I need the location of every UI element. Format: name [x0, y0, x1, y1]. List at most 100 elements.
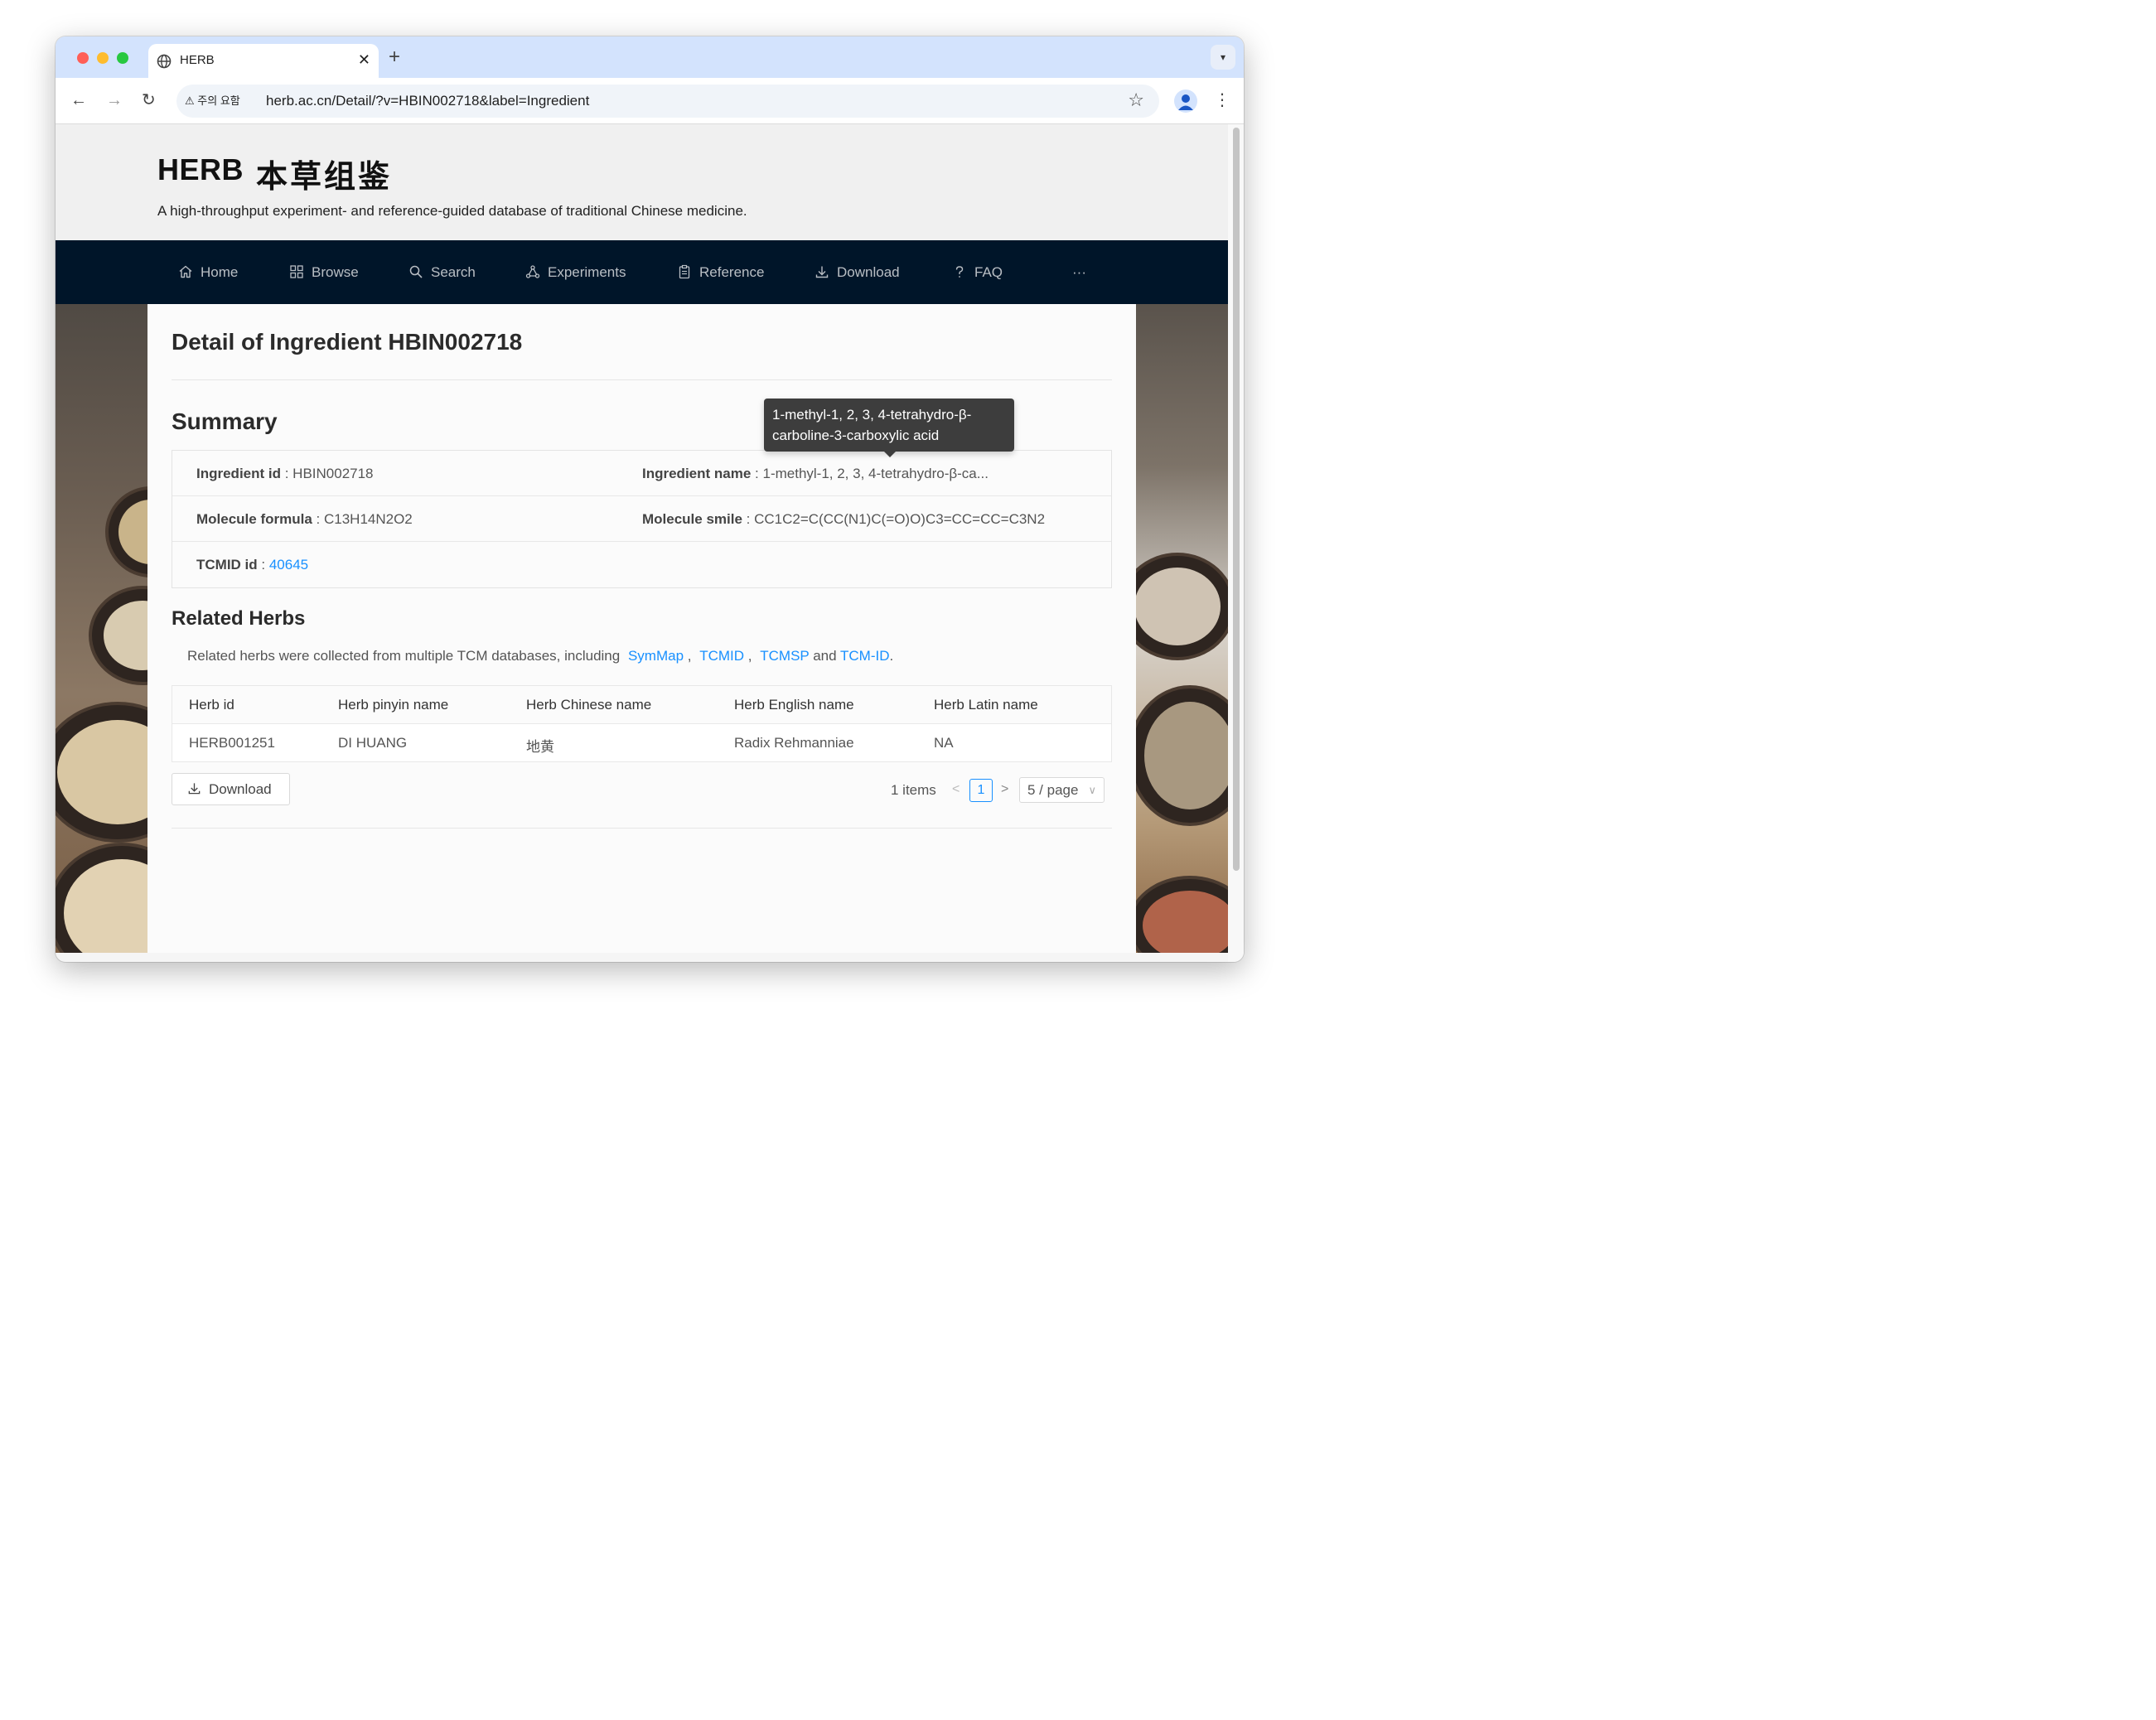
detail-content: Detail of Ingredient HBIN002718 Summary … — [147, 304, 1136, 953]
page-viewport: HERB 本草组鉴 A high-throughput experiment- … — [56, 124, 1228, 953]
close-tab-icon[interactable]: ✕ — [358, 51, 370, 69]
profile-avatar[interactable] — [1174, 89, 1197, 113]
search-icon — [409, 265, 423, 278]
reference-icon — [679, 264, 690, 279]
experiment-icon — [525, 265, 540, 278]
zoom-window-button[interactable] — [117, 52, 128, 64]
pagination-next-button[interactable]: > — [1001, 782, 1008, 797]
related-herbs-table: Herb id Herb pinyin name Herb Chinese na… — [172, 685, 1112, 762]
url-text[interactable]: herb.ac.cn/Detail/?v=HBIN002718&label=In… — [266, 93, 589, 109]
decorative-bowl — [1136, 553, 1228, 660]
grid-icon — [290, 265, 303, 278]
bookmark-star-icon[interactable]: ☆ — [1128, 89, 1144, 111]
ingredient-name-field: Ingredient name : 1-methyl-1, 2, 3, 4-te… — [642, 466, 989, 482]
and-text: and — [813, 648, 837, 664]
field-label: Ingredient name — [642, 466, 752, 481]
column-header: Herb English name — [734, 697, 854, 713]
download-label: Download — [209, 781, 272, 797]
nav-search[interactable]: Search — [408, 240, 476, 304]
summary-heading: Summary — [172, 408, 278, 434]
tooltip-arrow — [884, 452, 896, 457]
ingredient-id-field: Ingredient id : HBIN002718 — [196, 466, 374, 482]
nav-browse[interactable]: Browse — [289, 240, 359, 304]
site-tagline: A high-throughput experiment- and refere… — [157, 203, 747, 219]
chevron-down-icon: ∨ — [1088, 784, 1096, 796]
herb-id-link[interactable]: HERB001251 — [189, 735, 275, 751]
herbs-background-right — [1136, 304, 1228, 953]
browser-tab[interactable]: HERB ✕ — [148, 44, 379, 79]
tab-search-button[interactable]: ▾ — [1211, 45, 1235, 70]
minimize-window-button[interactable] — [97, 52, 109, 64]
column-header: Herb pinyin name — [338, 697, 449, 713]
herbs-background-left — [56, 304, 147, 953]
download-icon — [188, 783, 201, 795]
summary-descriptions: Ingredient id : HBIN002718 Ingredient na… — [172, 450, 1112, 588]
nav-more-button[interactable]: ··· — [1072, 240, 1086, 304]
ingredient-name-value[interactable]: 1-methyl-1, 2, 3, 4-tetrahydro-β-ca... — [762, 466, 988, 481]
page-size-select[interactable]: 5 / page ∨ — [1019, 777, 1105, 803]
globe-icon — [157, 54, 172, 69]
browser-window: HERB ✕ + ▾ ← → ↻ ⚠ 주의 요함 herb.ac.cn/Deta… — [56, 36, 1244, 962]
nav-experiments[interactable]: Experiments — [525, 240, 626, 304]
nav-label: Search — [431, 264, 476, 280]
table-cell: 地黄 — [526, 739, 554, 755]
field-separator: : — [281, 466, 293, 481]
tcmsp-link[interactable]: TCMSP — [760, 648, 809, 664]
reload-icon[interactable]: ↻ — [142, 89, 156, 111]
field-label: Ingredient id — [196, 466, 281, 481]
summary-row: Molecule formula : C13H14N2O2 Molecule s… — [172, 496, 1111, 542]
column-header: Herb Latin name — [934, 697, 1038, 713]
browser-titlebar: HERB ✕ + ▾ — [56, 36, 1244, 79]
molecule-smile-value: CC1C2=C(CC(N1)C(=O)O)C3=CC=CC=C3N2 — [754, 511, 1046, 527]
nav-download[interactable]: Download — [815, 240, 900, 304]
table-cell: Radix Rehmanniae — [734, 735, 854, 751]
table-row: HERB001251 DI HUANG 地黄 Radix Rehmanniae … — [172, 724, 1111, 762]
symmap-link[interactable]: SymMap — [628, 648, 684, 664]
pagination-page-1[interactable]: 1 — [969, 779, 993, 802]
column-header: Herb id — [189, 697, 234, 713]
decorative-bowl — [1136, 876, 1228, 953]
molecule-smile-field: Molecule smile : CC1C2=C(CC(N1)C(=O)O)C3… — [642, 511, 1045, 528]
field-separator: : — [742, 511, 755, 527]
related-herbs-heading: Related Herbs — [172, 607, 306, 630]
nav-reference[interactable]: Reference — [677, 240, 764, 304]
ingredient-name-tooltip: 1-methyl-1, 2, 3, 4-tetrahydro-β-carboli… — [764, 399, 1014, 452]
nav-label: Reference — [699, 264, 765, 280]
field-label: Molecule smile — [642, 511, 742, 527]
download-button[interactable]: Download — [172, 773, 290, 805]
tcmid-id-field: TCMID id : 40645 — [196, 557, 308, 573]
back-arrow-icon[interactable]: ← — [70, 89, 87, 111]
download-icon — [815, 266, 829, 278]
new-tab-button[interactable]: + — [389, 46, 400, 69]
scrollbar-thumb[interactable] — [1233, 128, 1240, 871]
security-warning[interactable]: ⚠ 주의 요함 — [185, 91, 240, 111]
site-logo-chinese: 本草组鉴 — [256, 157, 393, 195]
period: . — [889, 648, 894, 664]
summary-row: TCMID id : 40645 — [172, 542, 1111, 587]
pagination-prev-button[interactable]: < — [952, 782, 960, 797]
field-label: Molecule formula — [196, 511, 312, 527]
nav-label: FAQ — [974, 264, 1003, 280]
decorative-bowl — [89, 586, 147, 685]
related-herbs-description: Related herbs were collected from multip… — [187, 648, 893, 664]
close-window-button[interactable] — [77, 52, 89, 64]
field-separator: : — [257, 557, 269, 573]
tcmid-link[interactable]: TCMID — [699, 648, 744, 664]
tcm-id-link[interactable]: TCM-ID — [840, 648, 889, 664]
nav-home[interactable]: Home — [178, 240, 238, 304]
address-bar[interactable]: ⚠ 주의 요함 herb.ac.cn/Detail/?v=HBIN002718&… — [176, 85, 1159, 118]
site-logo[interactable]: HERB — [157, 152, 244, 187]
table-cell: NA — [934, 735, 954, 751]
comma: , — [687, 648, 692, 664]
page-scrollbar[interactable] — [1228, 124, 1244, 962]
summary-row: Ingredient id : HBIN002718 Ingredient na… — [172, 451, 1111, 496]
warning-icon: ⚠ — [185, 94, 195, 107]
table-header: Herb id Herb pinyin name Herb Chinese na… — [172, 686, 1111, 724]
question-icon — [955, 266, 964, 278]
nav-label: Home — [201, 264, 239, 280]
browser-menu-icon[interactable]: ⋮ — [1214, 88, 1230, 113]
nav-faq[interactable]: FAQ — [952, 240, 1003, 304]
forward-arrow-icon[interactable]: → — [106, 89, 123, 111]
tcmid-id-link[interactable]: 40645 — [269, 557, 308, 573]
divider — [172, 379, 1112, 380]
